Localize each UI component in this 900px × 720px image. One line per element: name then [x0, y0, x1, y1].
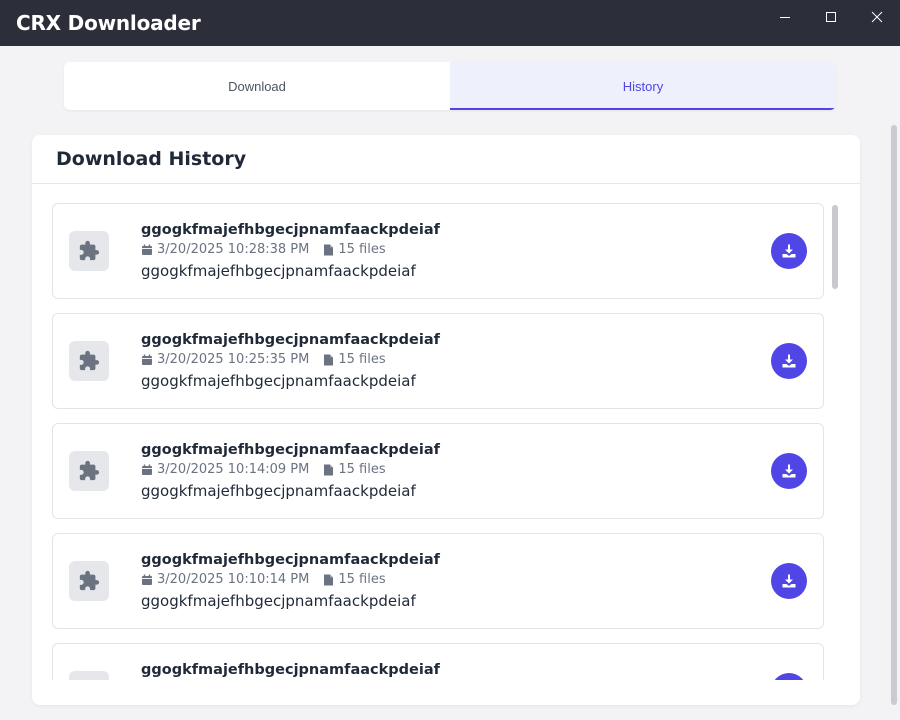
item-name: ggogkfmajefhbgecjpnamfaackpdeiaf: [141, 662, 440, 678]
item-meta: 3/20/2025 10:14:09 PM 15 files: [141, 461, 440, 478]
minimize-button[interactable]: [762, 0, 808, 33]
puzzle-icon: [79, 460, 100, 481]
tab-bar: Download History: [64, 62, 836, 110]
title-bar[interactable]: CRX Downloader: [0, 0, 900, 46]
item-date: 3/20/2025 10:10:14 PM: [157, 572, 310, 587]
minimize-icon: [780, 16, 790, 18]
item-date: 3/20/2025 10:25:35 PM: [157, 352, 310, 367]
item-name: ggogkfmajefhbgecjpnamfaackpdeiaf: [141, 332, 440, 348]
extension-icon-tile: [69, 451, 109, 491]
download-button[interactable]: [771, 343, 807, 379]
item-file-count: 15 files: [338, 462, 386, 477]
download-icon: [782, 574, 796, 588]
item-meta: 3/20/2025 10:28:38 PM 15 files: [141, 241, 440, 258]
download-button[interactable]: [771, 563, 807, 599]
item-name: ggogkfmajefhbgecjpnamfaackpdeiaf: [141, 222, 440, 238]
extension-icon-tile: [69, 341, 109, 381]
item-id: ggogkfmajefhbgecjpnamfaackpdeiaf: [141, 592, 416, 610]
item-date: 3/20/2025 10:28:38 PM: [157, 242, 310, 257]
history-item: ggogkfmajefhbgecjpnamfaackpdeiaf 3/20/20…: [52, 203, 824, 299]
file-icon: [323, 244, 334, 256]
item-name: ggogkfmajefhbgecjpnamfaackpdeiaf: [141, 552, 440, 568]
extension-icon-tile: [69, 561, 109, 601]
download-button[interactable]: [771, 673, 807, 680]
calendar-icon: [141, 354, 153, 366]
tab-download[interactable]: Download: [64, 62, 450, 110]
item-meta: 3/20/2025 10:10:14 PM 15 files: [141, 571, 440, 588]
file-icon: [323, 574, 334, 586]
extension-icon-tile: [69, 231, 109, 271]
item-file-count: 15 files: [338, 352, 386, 367]
file-icon: [323, 464, 334, 476]
history-item: ggogkfmajefhbgecjpnamfaackpdeiaf 3/20/20…: [52, 423, 824, 519]
item-file-count: 15 files: [338, 572, 386, 587]
close-button[interactable]: [854, 0, 900, 33]
window-scrollbar-thumb[interactable]: [891, 125, 897, 705]
history-title: Download History: [56, 148, 247, 170]
download-icon: [782, 244, 796, 258]
history-list[interactable]: ggogkfmajefhbgecjpnamfaackpdeiaf 3/20/20…: [52, 203, 824, 680]
download-button[interactable]: [771, 233, 807, 269]
file-icon: [323, 354, 334, 366]
item-file-count: 15 files: [338, 242, 386, 257]
puzzle-icon: [79, 240, 100, 261]
calendar-icon: [141, 464, 153, 476]
download-icon: [782, 464, 796, 478]
window-scrollbar[interactable]: [890, 125, 898, 705]
maximize-icon: [826, 11, 836, 22]
item-id: ggogkfmajefhbgecjpnamfaackpdeiaf: [141, 372, 416, 390]
item-id: ggogkfmajefhbgecjpnamfaackpdeiaf: [141, 482, 416, 500]
item-id: ggogkfmajefhbgecjpnamfaackpdeiaf: [141, 262, 416, 280]
list-scrollbar-thumb[interactable]: [832, 205, 838, 289]
download-icon: [782, 354, 796, 368]
app-title: CRX Downloader: [16, 11, 201, 35]
history-header: Download History: [32, 135, 860, 184]
item-meta: 3/20/2025 10:25:35 PM 15 files: [141, 351, 440, 368]
download-button[interactable]: [771, 453, 807, 489]
history-item: ggogkfmajefhbgecjpnamfaackpdeiaf 3/20/20…: [52, 533, 824, 629]
close-icon: [871, 11, 883, 22]
extension-icon-tile: [69, 671, 109, 680]
list-scrollbar[interactable]: [832, 203, 840, 680]
puzzle-icon: [79, 570, 100, 591]
calendar-icon: [141, 574, 153, 586]
history-item: ggogkfmajefhbgecjpnamfaackpdeiaf 3/20/20…: [52, 643, 824, 680]
item-date: 3/20/2025 10:14:09 PM: [157, 462, 310, 477]
calendar-icon: [141, 244, 153, 256]
tab-history[interactable]: History: [450, 62, 836, 110]
app-window: CRX Downloader Download History Download…: [0, 0, 900, 720]
maximize-button[interactable]: [808, 0, 854, 33]
item-name: ggogkfmajefhbgecjpnamfaackpdeiaf: [141, 442, 440, 458]
history-item: ggogkfmajefhbgecjpnamfaackpdeiaf 3/20/20…: [52, 313, 824, 409]
history-panel: Download History ggogkfmajefhbgecjpnamfa…: [32, 135, 860, 705]
puzzle-icon: [79, 350, 100, 371]
